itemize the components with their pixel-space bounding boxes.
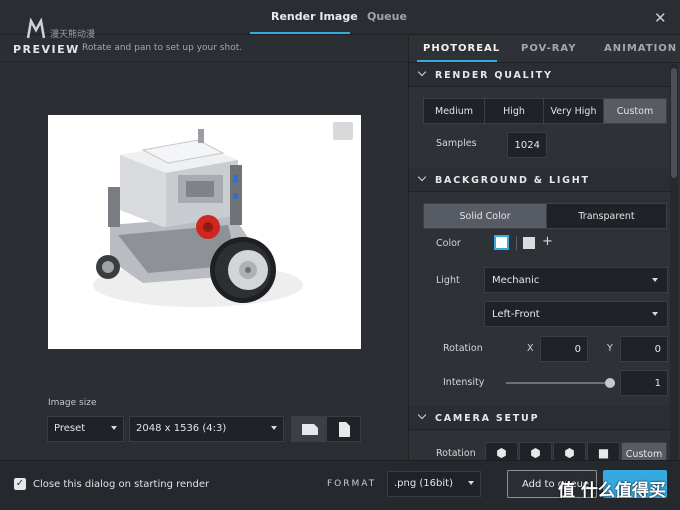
chevron-down-icon xyxy=(652,278,658,282)
intensity-label: Intensity xyxy=(443,377,485,388)
intensity-input[interactable]: 1 xyxy=(620,370,668,396)
swatch-divider xyxy=(516,236,517,250)
size-preset-select[interactable]: Preset xyxy=(47,416,124,442)
quality-high-button[interactable]: High xyxy=(484,98,544,124)
landscape-page-icon xyxy=(302,424,318,435)
preview-header: PREVIEW Rotate and pan to set up your sh… xyxy=(0,36,408,62)
rotation-label: Rotation xyxy=(443,343,483,354)
chevron-down-icon xyxy=(468,481,474,485)
intensity-slider-handle[interactable] xyxy=(605,378,615,388)
light-direction-value: Left-Front xyxy=(492,309,540,320)
resolution-value: 2048 x 1536 (4:3) xyxy=(136,423,227,434)
format-value: .png (16bit) xyxy=(394,478,453,489)
size-preset-value: Preset xyxy=(54,423,86,434)
tab-queue[interactable]: Queue xyxy=(367,10,407,23)
format-label: FORMAT xyxy=(327,479,377,489)
intensity-slider-track[interactable] xyxy=(506,382,610,384)
section-title: CAMERA SETUP xyxy=(435,413,540,424)
close-on-render-label: Close this dialog on starting render xyxy=(33,479,210,490)
robot-model-image xyxy=(93,129,303,307)
cube-icon: ⬢ xyxy=(564,446,575,460)
tab-photoreal[interactable]: PHOTOREAL xyxy=(423,43,500,54)
canvas-overlay-toggle[interactable] xyxy=(333,122,353,140)
add-color-icon[interactable]: + xyxy=(542,234,553,249)
portrait-page-icon xyxy=(339,422,350,437)
format-select[interactable]: .png (16bit) xyxy=(387,471,481,497)
close-on-render-checkbox[interactable]: ✓ xyxy=(14,478,26,490)
light-label: Light xyxy=(436,275,460,286)
panel-scrollbar[interactable] xyxy=(670,64,678,460)
transparent-button[interactable]: Transparent xyxy=(546,203,667,229)
square-icon: ■ xyxy=(597,446,610,460)
tab-animation[interactable]: ANIMATION xyxy=(604,43,677,54)
scrollbar-thumb[interactable] xyxy=(671,68,677,178)
portrait-orientation-button[interactable] xyxy=(326,416,361,442)
quality-custom-button[interactable]: Custom xyxy=(603,98,667,124)
color-swatch-white[interactable] xyxy=(494,235,509,250)
chevron-down-icon xyxy=(417,172,427,182)
preview-title: PREVIEW xyxy=(13,43,80,56)
rotation-x-input[interactable]: 0 xyxy=(540,336,588,362)
quality-medium-button[interactable]: Medium xyxy=(423,98,485,124)
rotation-y-input[interactable]: 0 xyxy=(620,336,668,362)
section-title: BACKGROUND & LIGHT xyxy=(435,175,590,186)
rotation-y-label: Y xyxy=(607,343,613,354)
chevron-down-icon xyxy=(652,312,658,316)
tab-render-image[interactable]: Render Image xyxy=(271,10,358,23)
light-direction-select[interactable]: Left-Front xyxy=(484,301,668,327)
close-icon[interactable]: ✕ xyxy=(654,9,667,27)
quality-very-high-button[interactable]: Very High xyxy=(543,98,604,124)
chevron-down-icon xyxy=(417,67,427,77)
render-settings-panel: PHOTOREAL POV-RAY ANIMATION RENDER QUALI… xyxy=(408,36,680,460)
camera-setup-header[interactable]: CAMERA SETUP xyxy=(409,406,671,430)
cube-icon: ⬢ xyxy=(530,446,541,460)
camera-rotation-label: Rotation xyxy=(436,448,476,459)
watermark-text: 值 什么值得买 xyxy=(558,481,666,501)
tab-pov-ray[interactable]: POV-RAY xyxy=(521,43,576,54)
color-swatch-gray[interactable] xyxy=(523,237,535,249)
section-title: RENDER QUALITY xyxy=(435,70,553,81)
title-bar: 漫天熊动漫 Render Image Queue ✕ xyxy=(0,0,680,40)
landscape-orientation-button[interactable] xyxy=(291,416,326,442)
samples-input[interactable]: 1024 xyxy=(507,132,547,158)
preview-canvas[interactable] xyxy=(48,115,361,349)
rotation-x-label: X xyxy=(527,343,534,354)
render-quality-header[interactable]: RENDER QUALITY xyxy=(409,63,671,87)
background-light-header[interactable]: BACKGROUND & LIGHT xyxy=(409,168,671,192)
light-preset-value: Mechanic xyxy=(492,275,540,286)
image-size-label: Image size xyxy=(48,398,97,408)
resolution-select[interactable]: 2048 x 1536 (4:3) xyxy=(129,416,284,442)
samples-label: Samples xyxy=(436,138,477,149)
cube-icon: ⬢ xyxy=(496,446,507,460)
solid-color-button[interactable]: Solid Color xyxy=(423,203,547,229)
light-preset-select[interactable]: Mechanic xyxy=(484,267,668,293)
chevron-down-icon xyxy=(271,426,277,430)
chevron-down-icon xyxy=(417,410,427,420)
active-tab-indicator xyxy=(250,32,350,34)
chevron-down-icon xyxy=(111,426,117,430)
render-dialog: 漫天熊动漫 Render Image Queue ✕ PREVIEW Rotat… xyxy=(0,0,680,510)
preview-hint: Rotate and pan to set up your shot. xyxy=(82,43,243,53)
color-label: Color xyxy=(436,238,461,249)
